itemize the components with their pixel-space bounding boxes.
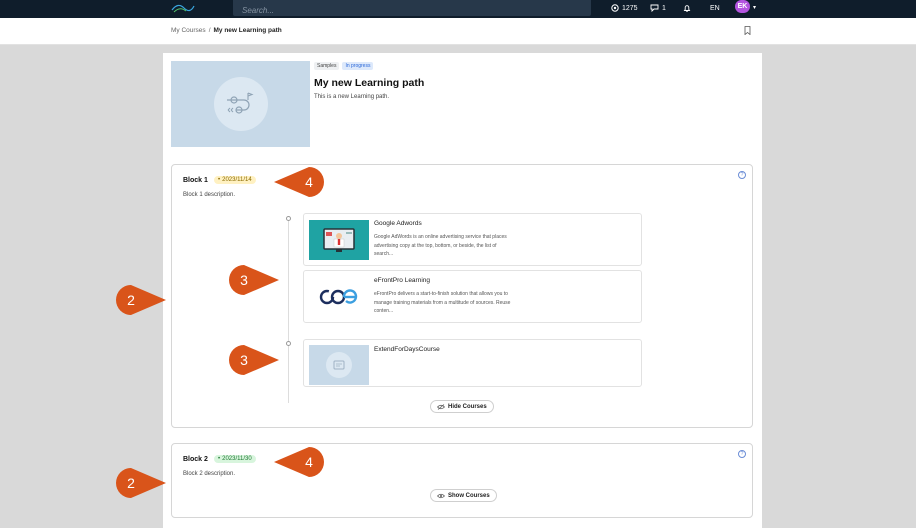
eye-icon bbox=[437, 493, 445, 498]
timeline-line bbox=[288, 221, 289, 403]
show-courses-label: Show Courses bbox=[448, 492, 490, 499]
chevron-down-icon[interactable]: ▾ bbox=[753, 4, 756, 11]
help-icon[interactable]: ? bbox=[738, 450, 746, 458]
points-count: 1275 bbox=[622, 4, 638, 12]
block-date-badge: • 2023/11/14 bbox=[214, 176, 256, 184]
course-thumbnail bbox=[309, 220, 369, 260]
course-placeholder-icon bbox=[326, 352, 352, 378]
block-description: Block 2 description. bbox=[183, 471, 236, 477]
search-box[interactable] bbox=[233, 0, 591, 19]
breadcrumb-current: My new Learning path bbox=[213, 27, 282, 34]
top-navigation-bar: 1275 1 EN EK ▾ bbox=[0, 0, 916, 19]
points-indicator[interactable]: 1275 bbox=[611, 2, 638, 14]
callout-4: 4 bbox=[272, 167, 324, 202]
course-card-extendfordayscourse[interactable]: ExtendForDaysCourse bbox=[303, 339, 642, 387]
course-card-google-adwords[interactable]: Google Adwords Google AdWords is an onli… bbox=[303, 213, 642, 266]
bell-icon bbox=[683, 4, 691, 12]
status-badge: In progress bbox=[342, 62, 374, 70]
course-description: eFrontPro delivers a start-to-finish sol… bbox=[374, 291, 511, 314]
hide-courses-button[interactable]: Hide Courses bbox=[430, 400, 494, 413]
logo-icon[interactable] bbox=[170, 0, 196, 14]
tag-list: Samples In progress bbox=[314, 62, 374, 70]
course-title[interactable]: Google Adwords bbox=[374, 220, 422, 227]
callout-3: 3 bbox=[229, 345, 281, 380]
timeline-dot bbox=[286, 216, 291, 221]
callout-2: 2 bbox=[116, 285, 168, 320]
breadcrumb-bar: My Courses / My new Learning path bbox=[0, 18, 916, 45]
learning-path-icon bbox=[213, 77, 268, 131]
search-input[interactable] bbox=[233, 2, 591, 19]
points-icon bbox=[611, 4, 619, 12]
block-title: Block 2 bbox=[183, 456, 208, 463]
course-thumbnail bbox=[309, 277, 369, 317]
callout-number: 3 bbox=[240, 272, 248, 288]
show-courses-button[interactable]: Show Courses bbox=[430, 489, 497, 502]
messages-indicator[interactable]: 1 bbox=[650, 2, 666, 14]
callout-number: 2 bbox=[127, 292, 135, 308]
language-selector[interactable]: EN bbox=[710, 2, 720, 14]
callout-number: 4 bbox=[305, 454, 313, 470]
learning-path-thumbnail bbox=[171, 61, 310, 147]
callout-3: 3 bbox=[229, 265, 281, 300]
breadcrumb-separator: / bbox=[208, 27, 211, 34]
avatar[interactable]: EK bbox=[735, 0, 750, 13]
page-title: My new Learning path bbox=[314, 77, 425, 89]
tag-samples: Samples bbox=[314, 62, 340, 70]
course-title[interactable]: ExtendForDaysCourse bbox=[374, 346, 440, 353]
breadcrumb-my-courses[interactable]: My Courses bbox=[171, 27, 206, 34]
callout-4: 4 bbox=[272, 447, 324, 482]
block-card: Block 2 • 2023/11/30 Block 2 description… bbox=[171, 443, 753, 518]
block-date: 2023/11/30 bbox=[222, 456, 252, 462]
hide-courses-label: Hide Courses bbox=[448, 403, 487, 410]
page-description: This is a new Learning path. bbox=[314, 94, 390, 100]
callout-number: 3 bbox=[240, 352, 248, 368]
language-label: EN bbox=[710, 4, 720, 12]
course-card-efrontpro-learning[interactable]: eFrontPro Learning eFrontPro delivers a … bbox=[303, 270, 642, 323]
callout-number: 4 bbox=[305, 174, 313, 190]
block-title: Block 1 bbox=[183, 177, 208, 184]
bookmark-icon[interactable] bbox=[744, 26, 751, 35]
callout-2: 2 bbox=[116, 468, 168, 503]
course-description: Google AdWords is an online advertising … bbox=[374, 234, 507, 257]
timeline-dot bbox=[286, 341, 291, 346]
callout-number: 2 bbox=[127, 475, 135, 491]
breadcrumb: My Courses / My new Learning path bbox=[171, 27, 282, 34]
help-icon[interactable]: ? bbox=[738, 171, 746, 179]
block-description: Block 1 description. bbox=[183, 192, 236, 198]
dot-icon: • bbox=[218, 177, 221, 183]
course-thumbnail bbox=[309, 345, 369, 385]
eye-off-icon bbox=[437, 403, 445, 410]
block-date: 2023/11/14 bbox=[222, 177, 252, 183]
messages-count: 1 bbox=[662, 4, 666, 12]
chat-icon bbox=[650, 4, 659, 12]
course-title[interactable]: eFrontPro Learning bbox=[374, 277, 430, 284]
dot-icon: • bbox=[218, 456, 221, 462]
notifications-button[interactable] bbox=[683, 2, 691, 14]
block-date-badge: • 2023/11/30 bbox=[214, 455, 256, 463]
